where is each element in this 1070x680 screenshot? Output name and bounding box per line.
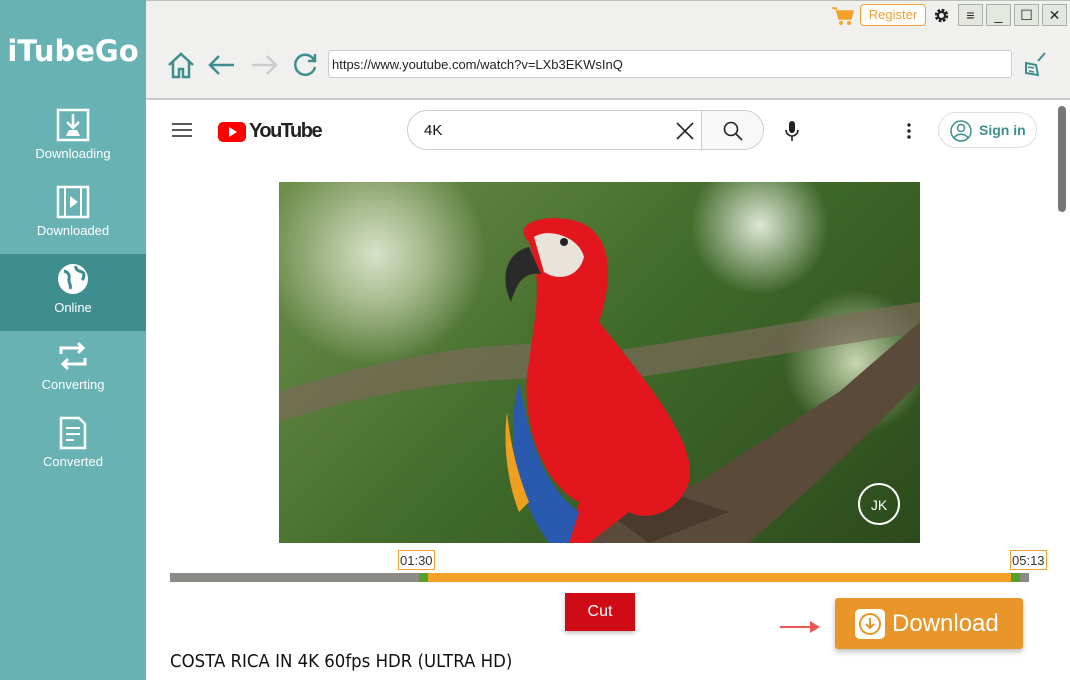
search-button[interactable] (701, 111, 763, 149)
document-icon (59, 416, 87, 450)
download-icon (56, 108, 90, 142)
sidebar-item-downloading[interactable]: Downloading (0, 100, 146, 177)
film-icon (56, 185, 90, 219)
download-button[interactable]: Download (835, 598, 1023, 649)
globe-icon (58, 264, 88, 294)
account-icon (950, 120, 972, 142)
microphone-icon[interactable] (784, 120, 800, 142)
sidebar-item-downloaded[interactable]: Downloaded (0, 177, 146, 254)
search-input[interactable]: 4K (424, 122, 442, 139)
app-logo: iTubeGo (7, 34, 139, 68)
convert-icon (59, 341, 87, 371)
sign-in-button[interactable]: Sign in (938, 112, 1037, 148)
clear-broom-icon[interactable] (1020, 51, 1048, 79)
trim-timeline[interactable] (170, 573, 1029, 582)
end-handle[interactable] (1011, 573, 1021, 582)
sidebar-item-online[interactable]: Online (0, 254, 146, 331)
video-player[interactable]: JK (279, 182, 920, 543)
more-options-icon[interactable] (906, 122, 912, 140)
maximize-button[interactable]: ☐ (1014, 4, 1039, 26)
register-button[interactable]: Register (860, 4, 926, 26)
itubego-download-icon (855, 609, 885, 639)
start-handle[interactable] (419, 573, 429, 582)
sidebar-item-converting[interactable]: Converting (0, 331, 146, 408)
video-frame-parrot: JK (279, 218, 920, 543)
youtube-search[interactable]: 4K (407, 110, 764, 150)
forward-arrow-icon[interactable] (250, 53, 280, 77)
sidebar-item-converted[interactable]: Converted (0, 408, 146, 485)
clear-search-icon[interactable] (676, 122, 694, 140)
hamburger-menu-icon[interactable] (172, 122, 192, 138)
sidebar: iTubeGo Downloading Downloaded Online Co… (0, 0, 146, 680)
selected-range (419, 573, 1021, 582)
close-button[interactable]: ✕ (1042, 4, 1067, 26)
youtube-play-icon (218, 121, 246, 142)
end-time-label: 05:13 (1010, 550, 1047, 570)
webview: YouTube 4K Sign in JK 01:30 05:13 Cut Do… (146, 100, 1070, 680)
back-arrow-icon[interactable] (206, 53, 236, 77)
refresh-icon[interactable] (291, 51, 319, 79)
watermark: JK (871, 497, 888, 513)
video-title: COSTA RICA IN 4K 60fps HDR (ULTRA HD) (170, 651, 513, 672)
menu-button[interactable]: ≡ (958, 4, 983, 26)
arrow-right-icon (780, 621, 820, 633)
scrollbar-thumb[interactable] (1058, 106, 1066, 212)
minimize-button[interactable]: _ (986, 4, 1011, 26)
url-input[interactable]: https://www.youtube.com/watch?v=LXb3EKWs… (328, 50, 1012, 78)
cut-button[interactable]: Cut (565, 593, 635, 631)
start-time-label: 01:30 (398, 550, 435, 570)
home-icon[interactable] (166, 51, 196, 79)
browser-toolbar: https://www.youtube.com/watch?v=LXb3EKWs… (146, 0, 1070, 100)
youtube-logo[interactable]: YouTube (218, 120, 323, 143)
cart-icon[interactable] (832, 6, 854, 26)
settings-gear-icon[interactable] (933, 7, 950, 24)
search-icon (723, 121, 743, 141)
